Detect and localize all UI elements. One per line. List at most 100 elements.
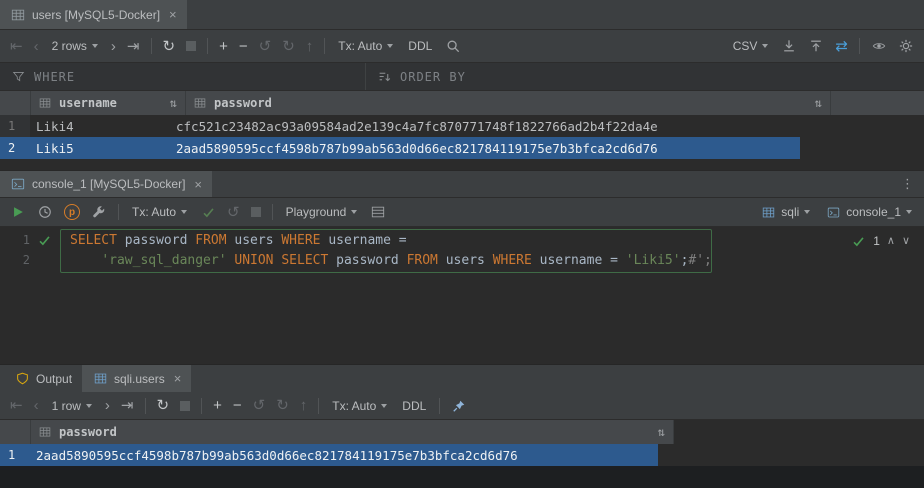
commit-check-icon[interactable]	[200, 204, 216, 220]
next-page-icon[interactable]: ›	[105, 398, 110, 413]
playground-dropdown[interactable]: Playground	[284, 203, 360, 221]
page-size-dropdown[interactable]: 2 rows	[50, 37, 100, 55]
transfer-icon[interactable]: ⇄	[835, 39, 848, 54]
sort-lines-icon	[376, 69, 392, 85]
editor-line: 2 'raw_sql_danger' UNION SELECT password…	[0, 250, 924, 270]
first-row-icon[interactable]: ⇤	[10, 398, 23, 413]
table-icon	[92, 371, 108, 387]
filter-funnel-icon	[10, 69, 26, 85]
chevron-down-icon	[387, 44, 393, 48]
previous-page-icon[interactable]: ‹	[34, 398, 39, 413]
rollback-icon[interactable]: ↺	[227, 205, 240, 220]
ddl-button[interactable]: DDL	[400, 397, 428, 415]
delete-row-icon[interactable]: −	[239, 39, 248, 54]
grid-empty-area	[0, 159, 924, 170]
column-header-password[interactable]: password ⇅	[31, 420, 674, 444]
close-icon[interactable]: ×	[174, 371, 182, 386]
sort-icon[interactable]: ⇅	[658, 425, 665, 439]
row-number: 2	[0, 137, 30, 159]
first-row-icon[interactable]: ⇤	[10, 39, 23, 54]
next-page-icon[interactable]: ›	[111, 39, 116, 54]
schema-switcher[interactable]: sqli	[758, 202, 812, 222]
submit-icon[interactable]: ↑	[306, 39, 314, 54]
toolbar-divider	[439, 398, 440, 414]
output-layout-icon[interactable]	[370, 204, 386, 220]
ddl-button[interactable]: DDL	[406, 37, 434, 55]
next-occurrence-icon[interactable]: ∨	[902, 236, 910, 247]
previous-page-icon[interactable]: ‹	[34, 39, 39, 54]
console-toolbar: p Tx: Auto ↺ Playground sqli	[0, 198, 924, 227]
cell-password[interactable]: 2aad5890595ccf4598b787b99ab563d0d66ec821…	[30, 444, 658, 466]
success-check-icon	[32, 234, 56, 247]
table-row-selected: 2 Liki5 2aad5890595ccf4598b787b99ab563d0…	[0, 137, 924, 159]
undo-icon[interactable]: ↺	[253, 398, 266, 413]
chevron-down-icon	[381, 404, 387, 408]
tab-title: users [MySQL5-Docker]	[32, 8, 160, 22]
tab-users-grid[interactable]: users [MySQL5-Docker] ×	[0, 0, 187, 29]
last-row-icon[interactable]: ⇥	[121, 398, 134, 413]
chevron-down-icon	[181, 210, 187, 214]
tx-mode-label: Tx: Auto	[132, 205, 176, 219]
export-data-icon[interactable]	[781, 38, 797, 54]
datagrip-window: users [MySQL5-Docker] × ⇤ ‹ 2 rows › ⇥ ↻…	[0, 0, 924, 488]
export-format-dropdown[interactable]: CSV	[731, 37, 771, 55]
redo-icon[interactable]: ↻	[276, 398, 289, 413]
cell-password[interactable]: cfc521c23482ac93a09584ad2e139c4a7fc87077…	[170, 115, 800, 137]
tab-output[interactable]: Output	[4, 365, 82, 392]
line-number: 2	[0, 253, 32, 267]
code-line[interactable]: SELECT password FROM users WHERE usernam…	[56, 233, 407, 248]
history-clock-icon[interactable]	[37, 204, 53, 220]
prev-occurrence-icon[interactable]: ∧	[887, 236, 895, 247]
stop-icon[interactable]	[186, 41, 196, 51]
tx-mode-dropdown[interactable]: Tx: Auto	[336, 37, 395, 55]
view-options-eye-icon[interactable]	[871, 38, 887, 54]
run-icon[interactable]	[10, 204, 26, 220]
last-row-icon[interactable]: ⇥	[127, 39, 140, 54]
tab-result-grid[interactable]: sqli.users ×	[82, 365, 191, 392]
column-header-username[interactable]: username ⇅	[31, 91, 186, 115]
tx-mode-dropdown[interactable]: Tx: Auto	[330, 397, 389, 415]
code-line[interactable]: 'raw_sql_danger' UNION SELECT password F…	[56, 253, 712, 268]
close-icon[interactable]: ×	[169, 7, 177, 22]
where-filter-input[interactable]: WHERE	[0, 63, 366, 90]
tab-title: Output	[36, 372, 72, 386]
schema-label: sqli	[781, 205, 799, 219]
stop-icon[interactable]	[251, 207, 261, 217]
cell-username[interactable]: Liki4	[30, 115, 170, 137]
wrench-icon[interactable]	[91, 204, 107, 220]
table-row-selected: 1 2aad5890595ccf4598b787b99ab563d0d66ec8…	[0, 444, 924, 466]
parameters-icon[interactable]: p	[64, 204, 80, 220]
sql-editor[interactable]: 1 SELECT password FROM users WHERE usern…	[0, 227, 924, 364]
session-label: console_1	[846, 205, 901, 219]
import-data-icon[interactable]	[808, 38, 824, 54]
toolbar-divider	[324, 38, 325, 54]
row-number: 1	[0, 444, 30, 466]
tab-console[interactable]: console_1 [MySQL5-Docker] ×	[0, 171, 212, 197]
delete-row-icon[interactable]: −	[233, 398, 242, 413]
reload-icon[interactable]: ↻	[163, 39, 176, 54]
column-header-password[interactable]: password ⇅	[186, 91, 831, 115]
sort-icon[interactable]: ⇅	[170, 96, 177, 110]
page-size-dropdown[interactable]: 1 row	[50, 397, 94, 415]
stop-icon[interactable]	[180, 401, 190, 411]
close-icon[interactable]: ×	[194, 177, 202, 192]
cell-password[interactable]: 2aad5890595ccf4598b787b99ab563d0d66ec821…	[170, 137, 800, 159]
add-row-icon[interactable]: +	[213, 398, 222, 413]
undo-icon[interactable]: ↺	[259, 39, 272, 54]
page-size-label: 1 row	[52, 399, 81, 413]
redo-icon[interactable]: ↻	[282, 39, 295, 54]
reload-icon[interactable]: ↻	[157, 398, 170, 413]
session-switcher[interactable]: console_1	[823, 202, 914, 222]
submit-icon[interactable]: ↑	[300, 398, 308, 413]
settings-gear-icon[interactable]	[898, 38, 914, 54]
add-row-icon[interactable]: +	[219, 39, 228, 54]
order-by-filter-input[interactable]: ORDER BY	[366, 63, 476, 90]
empty-panel-area	[0, 466, 924, 488]
pin-icon[interactable]	[451, 398, 467, 414]
tx-mode-dropdown[interactable]: Tx: Auto	[130, 203, 189, 221]
menu-dots-icon[interactable]: ⋮	[891, 171, 924, 197]
sort-icon[interactable]: ⇅	[815, 96, 822, 110]
cell-username[interactable]: Liki5	[30, 137, 170, 159]
chevron-down-icon	[351, 210, 357, 214]
search-icon[interactable]	[445, 38, 461, 54]
